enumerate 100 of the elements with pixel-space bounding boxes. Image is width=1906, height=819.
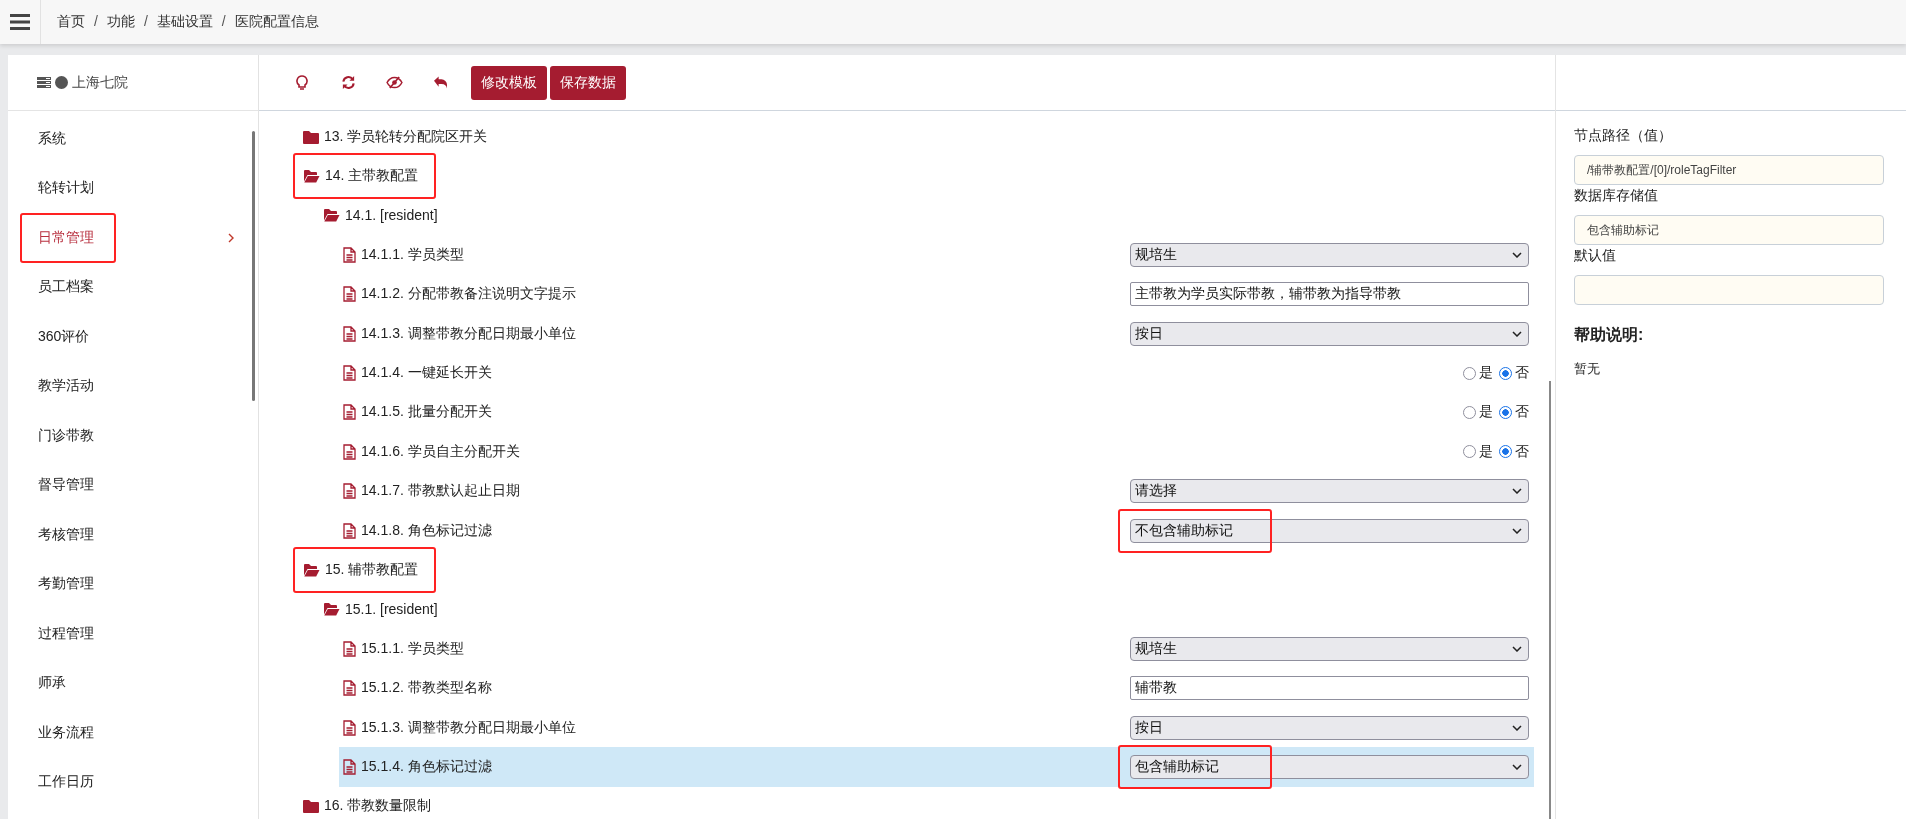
sidebar-item[interactable]: 日常管理 bbox=[8, 213, 258, 263]
radio-label: 是 bbox=[1479, 364, 1493, 383]
breadcrumb-separator: / bbox=[94, 13, 98, 31]
tree-row[interactable]: 14. 主带教配置 bbox=[299, 156, 1534, 196]
document-icon bbox=[343, 522, 356, 539]
document-icon bbox=[343, 719, 356, 736]
toolbar-button[interactable]: 保存数据 bbox=[550, 65, 626, 100]
tree-node-label[interactable]: 15.1.4. 角色标记过滤 bbox=[361, 757, 492, 776]
input-field[interactable] bbox=[1574, 275, 1884, 305]
tree-row[interactable]: 14.1.2. 分配带教备注说明文字提示 主带教为学员实际带教，辅带教为指导带教 bbox=[339, 274, 1534, 314]
dropdown[interactable]: 请选择 bbox=[1130, 479, 1529, 504]
text-field[interactable]: 辅带教 bbox=[1130, 676, 1529, 701]
tree-node-label[interactable]: 15.1.1. 学员类型 bbox=[361, 639, 464, 658]
tree-node-label[interactable]: 14.1.1. 学员类型 bbox=[361, 245, 464, 264]
tree-row[interactable]: 14.1.1. 学员类型 规培生 bbox=[339, 235, 1534, 275]
help-heading: 帮助说明: bbox=[1574, 325, 1645, 345]
tree-row[interactable]: 14.1.3. 调整带教分配日期最小单位 按日 bbox=[339, 313, 1534, 354]
input-field[interactable]: 包含辅助标记 bbox=[1574, 215, 1884, 245]
sidebar-item[interactable]: 工作日历 bbox=[8, 757, 258, 807]
chevron-down-icon bbox=[1512, 645, 1522, 652]
tree-row[interactable]: 14.1.4. 一键延长开关 是 否 bbox=[339, 353, 1534, 393]
tree-node-label[interactable]: 15.1.2. 带教类型名称 bbox=[361, 679, 492, 698]
tree-node-label[interactable]: 15.1. [resident] bbox=[345, 601, 438, 618]
document-icon bbox=[343, 758, 356, 775]
field-label: 默认值 bbox=[1574, 247, 1617, 265]
chevron-down-icon bbox=[1512, 763, 1522, 770]
tree-row[interactable]: 15.1. [resident] bbox=[319, 589, 1534, 630]
dropdown[interactable]: 规培生 bbox=[1130, 242, 1529, 267]
tree-row[interactable]: 14.1.7. 带教默认起止日期 请选择 bbox=[339, 471, 1534, 511]
tree-node-label[interactable]: 14.1.4. 一键延长开关 bbox=[361, 364, 492, 383]
tree-row[interactable]: 14.1.6. 学员自主分配开关 是 否 bbox=[339, 432, 1534, 472]
breadcrumb-link[interactable]: 基础设置 bbox=[156, 13, 213, 31]
sidebar-item[interactable]: 师承 bbox=[8, 658, 258, 708]
tree-row[interactable]: 14.1.5. 批量分配开关 是 否 bbox=[339, 392, 1534, 433]
tree-node-label[interactable]: 14.1.2. 分配带教备注说明文字提示 bbox=[361, 285, 576, 304]
radio-label: 否 bbox=[1515, 364, 1529, 383]
chevron-down-icon bbox=[1512, 724, 1522, 731]
dropdown[interactable]: 包含辅助标记 bbox=[1130, 754, 1529, 779]
sidebar-item[interactable]: 督导管理 bbox=[8, 460, 258, 510]
chevron-down-icon bbox=[1512, 527, 1522, 534]
tree-node-label[interactable]: 14.1.3. 调整带教分配日期最小单位 bbox=[361, 324, 576, 343]
radio-button[interactable] bbox=[1499, 405, 1512, 419]
chevron-down-icon bbox=[1512, 330, 1522, 337]
sidebar-item[interactable]: 教学活动 bbox=[8, 361, 258, 411]
chevron-down-icon bbox=[1512, 488, 1522, 495]
sidebar-item[interactable]: 考核管理 bbox=[8, 510, 258, 560]
sidebar-item[interactable]: 360评价 bbox=[8, 312, 258, 362]
document-icon bbox=[343, 680, 356, 697]
tree-row[interactable]: 15.1.4. 角色标记过滤 包含辅助标记 bbox=[339, 747, 1534, 787]
tree-node-label[interactable]: 15.1.3. 调整带教分配日期最小单位 bbox=[361, 718, 576, 737]
tree-row[interactable]: 15.1.3. 调整带教分配日期最小单位 按日 bbox=[339, 707, 1534, 748]
tree-node-label[interactable]: 15. 辅带教配置 bbox=[325, 561, 419, 579]
tree-row[interactable]: 15.1.2. 带教类型名称 辅带教 bbox=[339, 668, 1534, 708]
tree-row[interactable]: 13. 学员轮转分配院区开关 bbox=[299, 117, 1534, 157]
sidebar-item[interactable]: 员工档案 bbox=[8, 262, 258, 312]
radio-label: 是 bbox=[1479, 403, 1493, 422]
input-field[interactable]: /辅带教配置/[0]/roleTagFilter bbox=[1574, 155, 1884, 185]
scrollbar[interactable] bbox=[252, 131, 255, 401]
radio-button[interactable] bbox=[1499, 366, 1512, 380]
dropdown[interactable]: 不包含辅助标记 bbox=[1130, 518, 1529, 543]
tree-node-label[interactable]: 14.1.8. 角色标记过滤 bbox=[361, 521, 492, 540]
tree-node-label[interactable]: 14.1.5. 批量分配开关 bbox=[361, 403, 492, 422]
tree-node-label[interactable]: 14.1. [resident] bbox=[345, 207, 438, 224]
radio-label: 否 bbox=[1515, 403, 1529, 422]
text-field[interactable]: 主带教为学员实际带教，辅带教为指导带教 bbox=[1130, 282, 1529, 307]
toolbar-button[interactable]: 修改模板 bbox=[471, 65, 547, 100]
breadcrumb-link[interactable]: 首页 bbox=[57, 13, 85, 31]
field-label: 节点路径（值） bbox=[1574, 127, 1673, 145]
sidebar-item[interactable]: 门诊带教 bbox=[8, 411, 258, 461]
tree-node-label[interactable]: 13. 学员轮转分配院区开关 bbox=[324, 127, 488, 146]
chevron-down-icon bbox=[1512, 251, 1522, 258]
tree-node-label[interactable]: 16. 带教数量限制 bbox=[324, 797, 432, 816]
dropdown[interactable]: 规培生 bbox=[1130, 636, 1529, 661]
server-icon bbox=[37, 77, 51, 88]
radio-button[interactable] bbox=[1499, 445, 1512, 459]
scrollbar[interactable] bbox=[1549, 381, 1551, 819]
radio-label: 是 bbox=[1479, 442, 1493, 461]
field-label: 数据库存储值 bbox=[1574, 187, 1659, 205]
menu-icon[interactable] bbox=[10, 14, 30, 30]
tree-node-label[interactable]: 14.1.7. 带教默认起止日期 bbox=[361, 482, 520, 501]
tree-node-label[interactable]: 14. 主带教配置 bbox=[325, 167, 419, 186]
breadcrumb-separator: / bbox=[143, 13, 148, 31]
tree-row[interactable]: 14.1. [resident] bbox=[319, 195, 1534, 236]
dropdown[interactable]: 按日 bbox=[1130, 321, 1529, 346]
sidebar-item[interactable]: 业务流程 bbox=[8, 708, 258, 758]
chevron-right-icon bbox=[228, 232, 234, 243]
tree-row[interactable]: 14.1.8. 角色标记过滤 不包含辅助标记 bbox=[339, 510, 1534, 551]
dropdown[interactable]: 按日 bbox=[1130, 715, 1529, 740]
tree-row[interactable]: 15. 辅带教配置 bbox=[299, 550, 1534, 590]
tree-node-label[interactable]: 14.1.6. 学员自主分配开关 bbox=[361, 442, 520, 461]
sidebar-item[interactable]: 系统 bbox=[8, 114, 258, 164]
sidebar-item[interactable]: 轮转计划 bbox=[8, 163, 258, 213]
document-icon bbox=[343, 246, 356, 263]
sidebar-item[interactable]: 考勤管理 bbox=[8, 559, 258, 609]
sidebar-item[interactable]: 过程管理 bbox=[8, 609, 258, 659]
document-icon bbox=[343, 483, 356, 500]
tree-row[interactable]: 16. 带教数量限制 bbox=[299, 786, 1534, 819]
tree-row[interactable]: 15.1.1. 学员类型 规培生 bbox=[339, 629, 1534, 669]
document-icon bbox=[343, 404, 356, 421]
breadcrumb-link[interactable]: 功能 bbox=[106, 13, 135, 31]
